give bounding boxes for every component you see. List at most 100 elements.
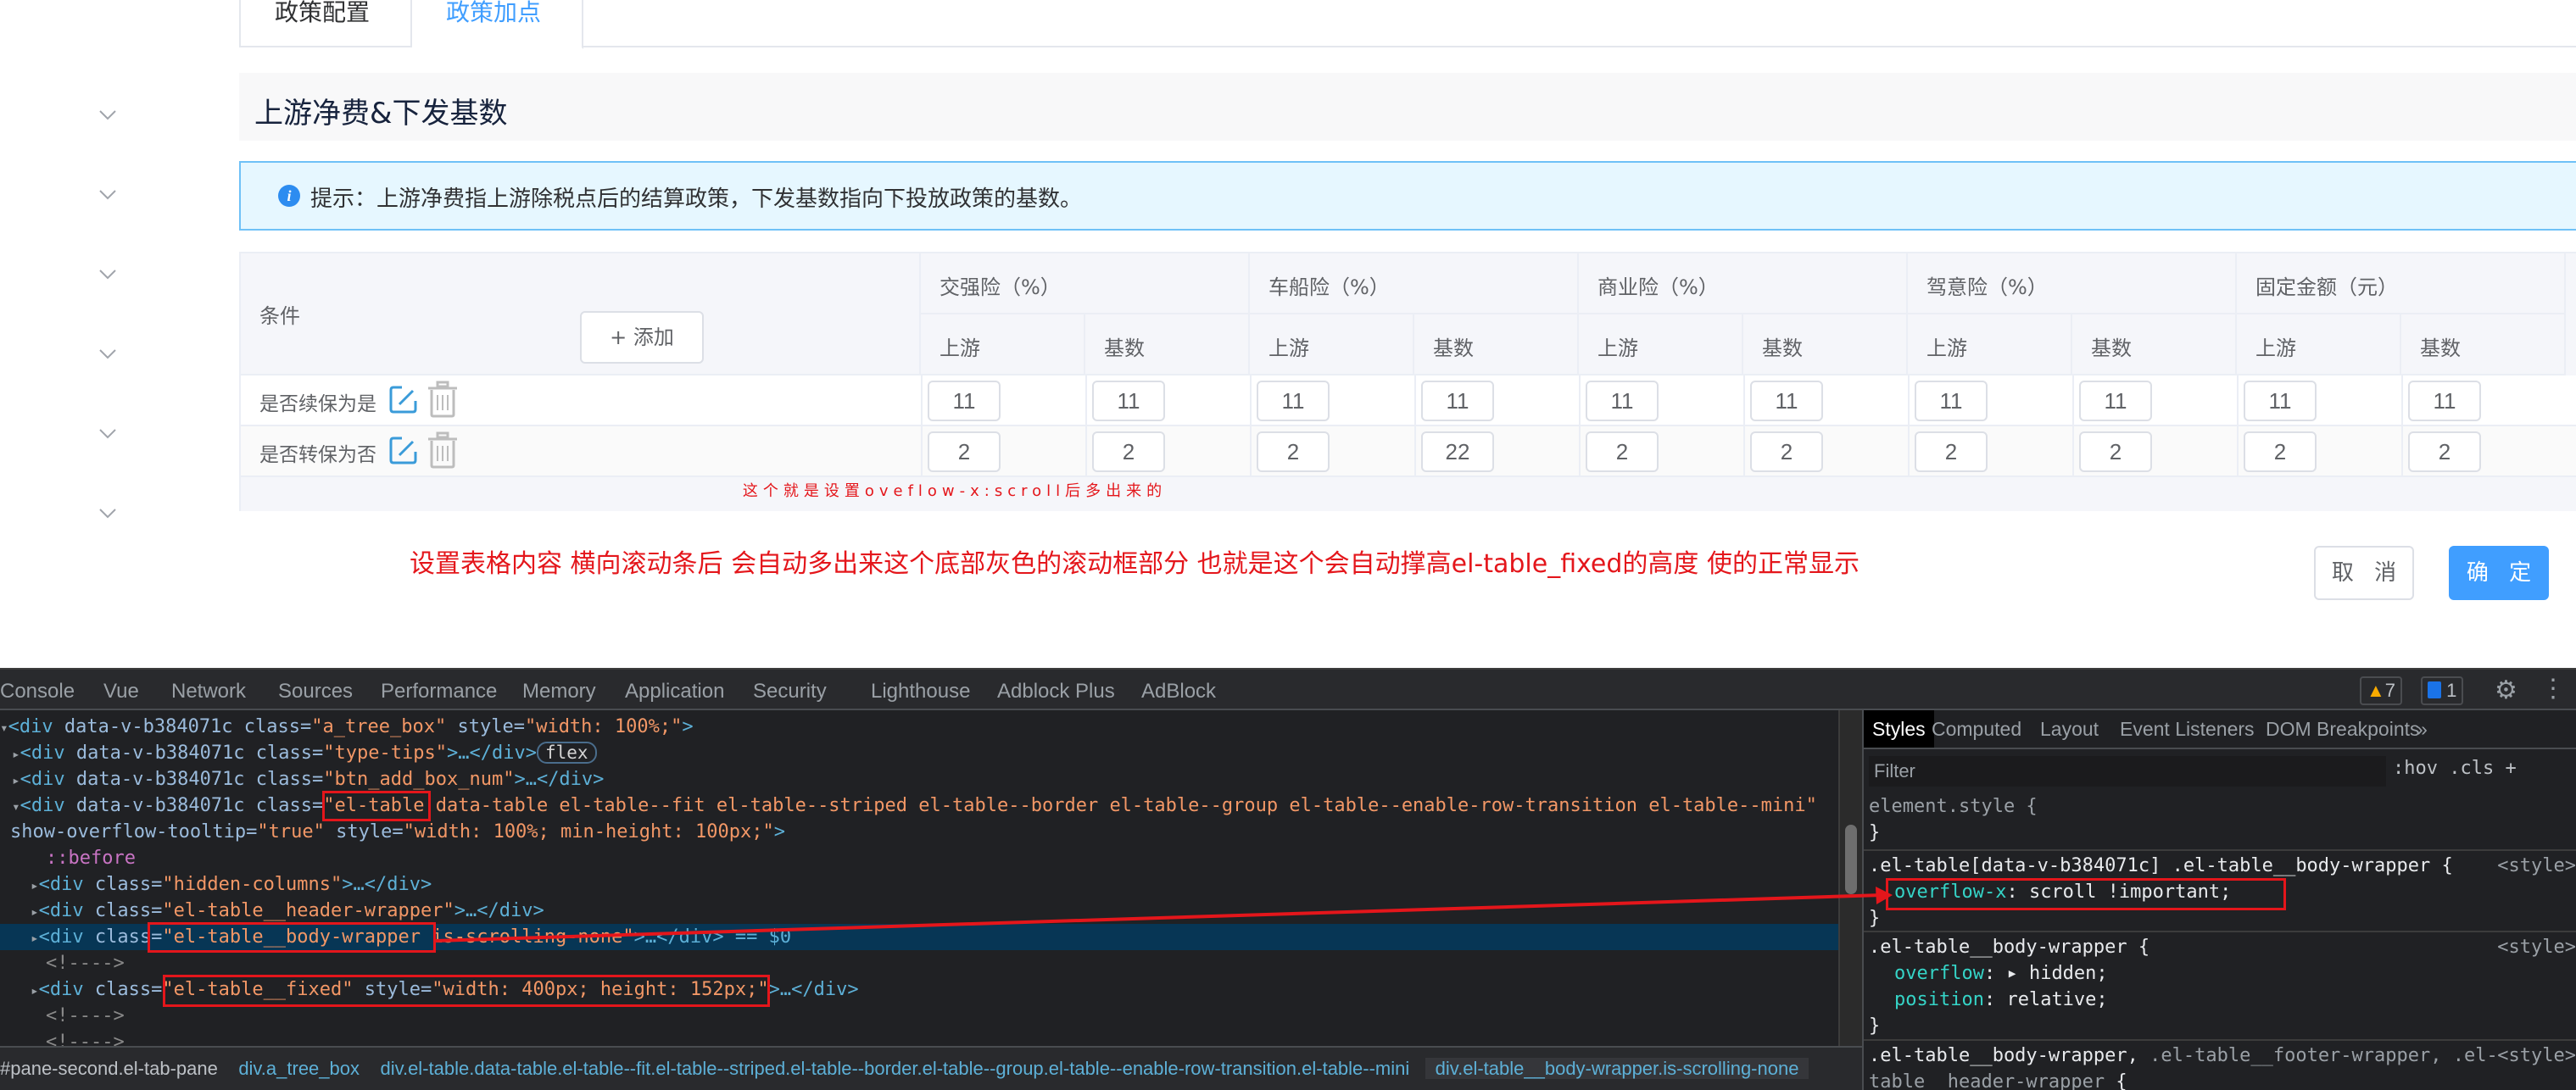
tab-policy-bonus[interactable]: 政策加点 <box>412 0 583 49</box>
breadcrumb-item[interactable]: div.a_tree_box <box>238 1058 360 1079</box>
value-input[interactable]: 11 <box>2244 381 2317 421</box>
more-tabs-icon[interactable]: » <box>2408 710 2436 748</box>
table-row: 是否转保为否 2 2 2 22 2 2 2 2 2 2 <box>241 426 2576 477</box>
value-cell: 2 <box>921 426 1085 477</box>
value-cell: 11 <box>2237 375 2401 426</box>
styles-toolbar[interactable]: :hov .cls + <box>2393 758 2517 779</box>
chevron-down-icon[interactable] <box>99 349 116 359</box>
value-input[interactable]: 11 <box>1092 381 1165 421</box>
cancel-button[interactable]: 取 消 <box>2314 546 2414 600</box>
value-input[interactable]: 11 <box>2408 381 2481 421</box>
tab-event-listeners[interactable]: Event Listeners <box>2111 710 2263 748</box>
chevron-down-icon[interactable] <box>99 429 116 439</box>
devtools-tab-memory[interactable]: Memory <box>522 680 596 703</box>
styles-pane: Styles Computed Layout Event Listeners D… <box>1862 710 2576 1090</box>
devtools-tab-adblock[interactable]: AdBlock <box>1141 680 1216 703</box>
tab-layout[interactable]: Layout <box>2032 710 2107 748</box>
trash-icon[interactable] <box>426 431 460 469</box>
devtools-tab-security[interactable]: Security <box>753 680 827 703</box>
devtools-tab-vue[interactable]: Vue <box>103 680 139 703</box>
value-input[interactable]: 2 <box>1586 431 1659 472</box>
style-rule-body-wrapper: .el-table__body-wrapper {<style> overflo… <box>1864 934 2576 1041</box>
value-input[interactable]: 2 <box>2079 431 2152 472</box>
warnings-badge[interactable]: ▲7 <box>2360 676 2403 705</box>
value-cell: 11 <box>921 375 1085 426</box>
dom-node[interactable]: ▸<div class="hidden-columns">…</div> <box>31 871 432 898</box>
value-input[interactable]: 11 <box>1750 381 1823 421</box>
value-input[interactable]: 2 <box>2244 431 2317 472</box>
breadcrumb-item[interactable]: #pane-second.el-tab-pane <box>0 1058 218 1079</box>
devtools-tab-adblock-plus[interactable]: Adblock Plus <box>997 680 1115 703</box>
value-cell: 2 <box>2072 426 2237 477</box>
value-input[interactable]: 11 <box>1915 381 1988 421</box>
value-cell: 11 <box>1743 375 1908 426</box>
sub-header: 基数 <box>2072 314 2237 375</box>
app-area: 政策配置 政策加点 上游净费&下发基数 i 提示：上游净费指上游除税点后的结算政… <box>0 0 2576 668</box>
edit-icon[interactable] <box>388 384 419 414</box>
edit-icon[interactable] <box>388 435 419 465</box>
confirm-button[interactable]: 确 定 <box>2449 546 2549 600</box>
sub-header: 上游 <box>2237 314 2401 375</box>
value-input[interactable]: 2 <box>1092 431 1165 472</box>
dom-node-el-table[interactable]: ▾<div data-v-b384071c class="el-table da… <box>12 792 1817 819</box>
flex-badge[interactable]: flex <box>536 742 597 764</box>
devtools-tab-network[interactable]: Network <box>171 680 246 703</box>
value-input[interactable]: 2 <box>928 431 1001 472</box>
value-input[interactable]: 2 <box>1257 431 1330 472</box>
pseudo-before[interactable]: ::before <box>46 845 136 871</box>
devtools-tab-console[interactable]: Console <box>0 680 75 703</box>
sub-header: 基数 <box>2401 314 2566 375</box>
value-input[interactable]: 2 <box>1915 431 1988 472</box>
breadcrumb-item[interactable]: div.el-table.data-table.el-table--fit.el… <box>380 1058 1409 1079</box>
dom-node[interactable]: ▾<div data-v-b384071c class="a_tree_box"… <box>0 714 694 740</box>
chevron-down-icon[interactable] <box>99 509 116 519</box>
devtools-tab-lighthouse[interactable]: Lighthouse <box>871 680 970 703</box>
tab-policy-config[interactable]: 政策配置 <box>239 0 412 47</box>
styles-filter-input[interactable]: Filter <box>1869 756 2386 787</box>
value-cell: 2 <box>1908 426 2072 477</box>
chevron-down-icon[interactable] <box>99 110 116 120</box>
devtools-tab-sources[interactable]: Sources <box>278 680 353 703</box>
section-title: 上游净费&下发基数 <box>254 97 508 131</box>
chevron-down-icon[interactable] <box>99 190 116 200</box>
chevron-down-icon[interactable] <box>99 270 116 280</box>
value-cell: 11 <box>1579 375 1743 426</box>
group-header: 交强险（%） <box>921 253 1250 314</box>
value-input[interactable]: 11 <box>1586 381 1659 421</box>
sub-header: 上游 <box>1250 314 1414 375</box>
value-input[interactable]: 11 <box>2079 381 2152 421</box>
add-button[interactable]: + 添加 <box>580 311 704 364</box>
group-header: 驾意险（%） <box>1908 253 2237 314</box>
dom-node[interactable]: ▸<div class="el-table__header-wrapper">…… <box>31 898 544 924</box>
value-cell: 11 <box>2072 375 2237 426</box>
scrollbar-thumb[interactable] <box>1845 825 1857 894</box>
elements-scrollbar[interactable] <box>1838 710 1862 1046</box>
info-icon: i <box>278 185 300 207</box>
value-input[interactable]: 11 <box>1421 381 1494 421</box>
dom-node[interactable]: ▸<div data-v-b384071c class="btn_add_box… <box>12 766 604 792</box>
value-input[interactable]: 2 <box>2408 431 2481 472</box>
devtools-tab-performance[interactable]: Performance <box>381 680 497 703</box>
tab-computed[interactable]: Computed <box>1923 710 2030 748</box>
value-input[interactable]: 2 <box>1750 431 1823 472</box>
trash-icon[interactable] <box>426 381 460 418</box>
value-cell: 22 <box>1414 426 1579 477</box>
dom-comment: <!----> <box>46 1005 125 1026</box>
devtools-tab-application[interactable]: Application <box>625 680 724 703</box>
tab-dom-breakpoints[interactable]: DOM Breakpoints <box>2257 710 2428 748</box>
dom-breadcrumbs: #pane-second.el-tab-pane div.a_tree_box … <box>0 1046 1862 1090</box>
value-cell: 11 <box>1250 375 1414 426</box>
dom-comment: <!----> <box>46 1032 125 1046</box>
value-cell: 2 <box>1250 426 1414 477</box>
dom-node[interactable]: ▸<div data-v-b384071c class="type-tips">… <box>12 740 597 766</box>
sub-header: 上游 <box>1579 314 1743 375</box>
messages-badge[interactable]: 1 <box>2421 676 2464 705</box>
breadcrumb-item-current[interactable]: div.el-table__body-wrapper.is-scrolling-… <box>1425 1058 1809 1079</box>
more-menu-icon[interactable]: ⋮ <box>2540 676 2566 702</box>
page: 政策配置 政策加点 上游净费&下发基数 i 提示：上游净费指上游除税点后的结算政… <box>0 0 2576 1090</box>
value-input[interactable]: 11 <box>928 381 1001 421</box>
value-input[interactable]: 11 <box>1257 381 1330 421</box>
value-cell: 2 <box>2401 426 2566 477</box>
value-input[interactable]: 22 <box>1421 431 1494 472</box>
gear-icon[interactable]: ⚙ <box>2495 678 2517 703</box>
